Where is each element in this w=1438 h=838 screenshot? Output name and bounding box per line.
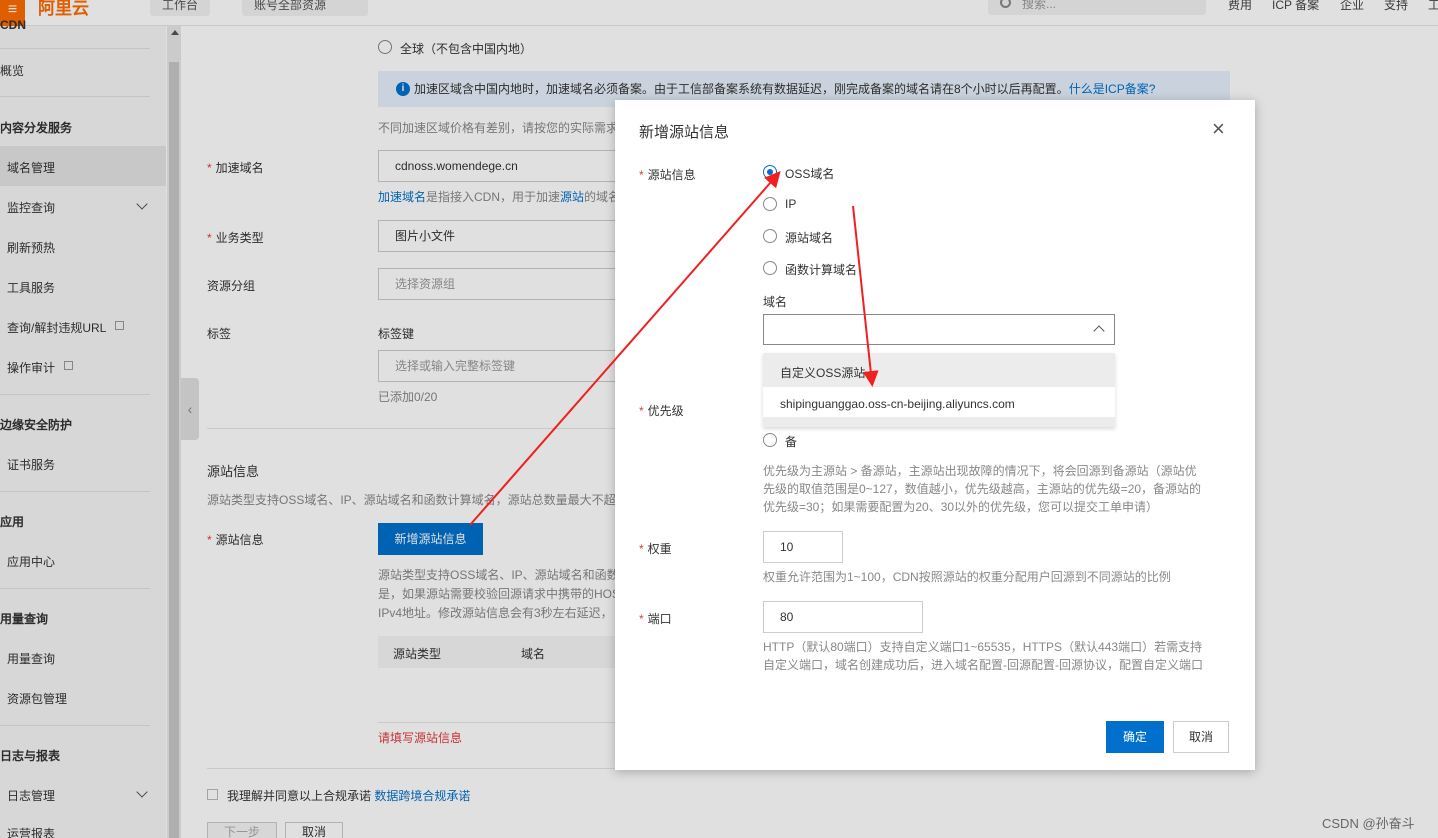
annotation-arrows — [469, 170, 879, 526]
annotation-arrow-to-oss-option — [469, 170, 781, 526]
csdn-watermark: CSDN @孙奋斗 — [1322, 816, 1415, 831]
annotation-arrow-to-bucket-option — [852, 205, 879, 387]
